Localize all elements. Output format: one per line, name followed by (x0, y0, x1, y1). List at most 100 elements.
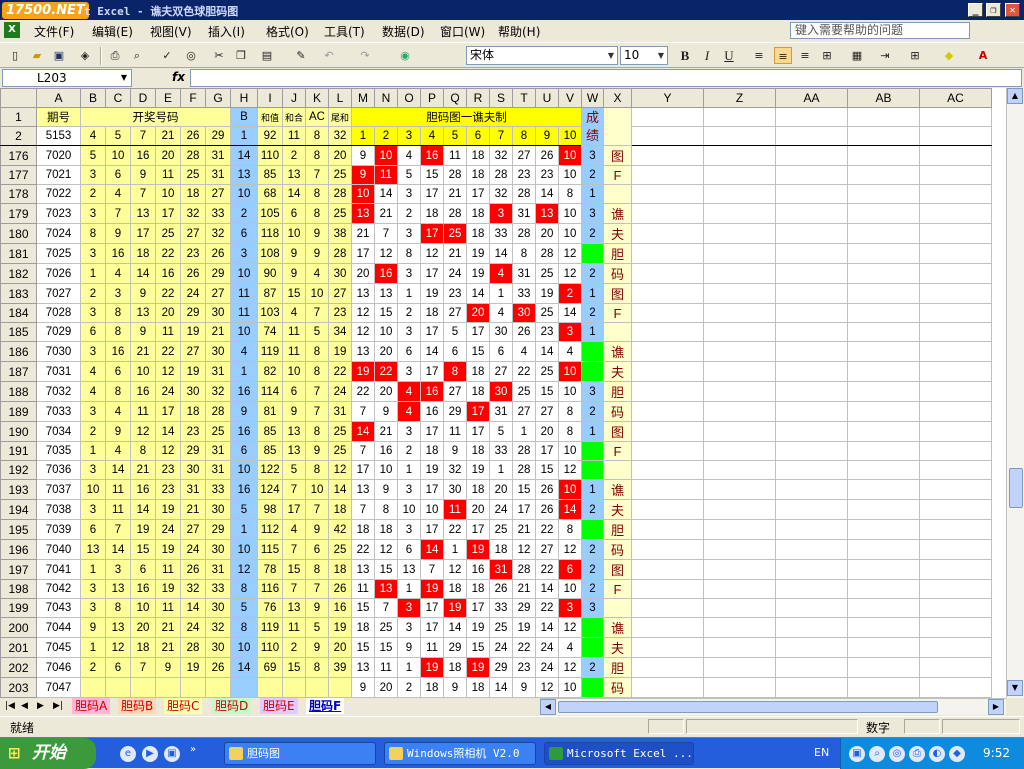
cell-hit[interactable]: 16 (420, 145, 444, 166)
row-header[interactable]: 185 (0, 322, 37, 342)
cell[interactable]: 8 (512, 126, 536, 146)
cell-number[interactable]: 16 (105, 243, 131, 264)
cell-hit[interactable]: 19 (466, 657, 490, 678)
column-header[interactable]: C (105, 88, 131, 108)
cell[interactable] (775, 499, 848, 520)
cell-number[interactable]: 6 (105, 361, 131, 382)
menu-tools[interactable]: 工具(T) (324, 23, 365, 40)
cell[interactable] (703, 617, 776, 638)
cell-blue[interactable]: 11 (230, 283, 258, 304)
cell-danma[interactable]: 18 (351, 519, 375, 540)
select-all-corner[interactable] (0, 88, 37, 108)
cell-sum[interactable]: 118 (257, 223, 283, 244)
cell-danma[interactable]: 7 (351, 499, 375, 520)
cell-sum[interactable]: 112 (257, 519, 283, 540)
cell-ac[interactable]: 8 (305, 421, 329, 442)
cell[interactable] (919, 559, 992, 580)
cell-hit[interactable]: 14 (558, 499, 582, 520)
cell-hit[interactable]: 3 (558, 598, 582, 618)
column-header[interactable]: AB (847, 88, 920, 108)
cell-number[interactable]: 16 (105, 341, 131, 362)
cell-score[interactable]: 2 (581, 539, 604, 560)
cell-danma[interactable]: 3 (397, 263, 421, 284)
cell[interactable] (631, 637, 704, 658)
cell-weihe[interactable]: 19 (328, 341, 352, 362)
cell[interactable] (919, 322, 992, 342)
cell-danma[interactable]: 10 (558, 223, 582, 244)
cell-number[interactable]: 26 (205, 657, 231, 678)
cell-weihe[interactable]: 42 (328, 519, 352, 540)
header-sum[interactable]: 和值 (257, 107, 283, 127)
cell-danma[interactable]: 17 (420, 598, 444, 618)
task-camera[interactable]: Windows照相机 V2.0 (384, 742, 536, 765)
cell[interactable] (631, 126, 704, 146)
cell-danma[interactable]: 1 (397, 283, 421, 304)
cell-period[interactable]: 7030 (36, 341, 81, 362)
cell-sum[interactable]: 68 (257, 184, 283, 204)
cell-number[interactable]: 14 (155, 421, 181, 442)
cell-number[interactable]: 19 (180, 657, 206, 678)
cell-period[interactable]: 7034 (36, 421, 81, 442)
cell-danma[interactable]: 32 (489, 145, 513, 166)
task-folder[interactable]: 胆码图 (224, 742, 376, 765)
cell[interactable]: 1 (351, 126, 375, 146)
cell-hit[interactable]: 19 (466, 539, 490, 560)
cell-blue[interactable]: 11 (230, 303, 258, 323)
cell-blue[interactable]: 10 (230, 322, 258, 342)
cell-period[interactable]: 7046 (36, 657, 81, 678)
cell-hit[interactable]: 11 (443, 499, 467, 520)
cell[interactable] (775, 519, 848, 540)
cell[interactable] (847, 479, 920, 500)
cell-ac[interactable] (305, 677, 329, 698)
cell[interactable] (631, 479, 704, 500)
cell-hit[interactable]: 10 (558, 361, 582, 382)
cell[interactable] (631, 303, 704, 323)
cell-danma[interactable]: 18 (466, 145, 490, 166)
scroll-right-icon[interactable]: ▶ (988, 699, 1004, 715)
cell-hit[interactable]: 10 (351, 184, 375, 204)
cell-number[interactable]: 29 (180, 441, 206, 461)
cell-number[interactable] (80, 677, 106, 698)
cell-number[interactable]: 31 (205, 460, 231, 480)
cell-danma[interactable]: 4 (397, 145, 421, 166)
column-header[interactable]: E (155, 88, 181, 108)
column-header[interactable]: O (397, 88, 421, 108)
cell-danma[interactable]: 17 (512, 499, 536, 520)
cell-number[interactable]: 18 (130, 637, 156, 658)
cell-score[interactable]: 2 (581, 263, 604, 284)
cell[interactable] (775, 107, 848, 127)
cell-score[interactable] (581, 617, 604, 638)
cell-danma[interactable]: 15 (420, 165, 444, 185)
cell-number[interactable]: 25 (155, 223, 181, 244)
cell-number[interactable]: 27 (180, 223, 206, 244)
cell-danma[interactable]: 27 (512, 401, 536, 422)
cell-score[interactable]: 2 (581, 303, 604, 323)
cell-danma[interactable]: 31 (512, 203, 536, 224)
cell-number[interactable]: 17 (130, 223, 156, 244)
cell[interactable] (847, 441, 920, 461)
cell-ac[interactable]: 8 (305, 559, 329, 580)
row-header[interactable]: 181 (0, 243, 37, 264)
cell-danma[interactable]: 17 (420, 263, 444, 284)
hyperlink-icon[interactable]: ◉ (396, 47, 414, 64)
cell-sum[interactable]: 116 (257, 579, 283, 599)
cell-ac[interactable]: 9 (305, 519, 329, 540)
cell-period[interactable]: 7037 (36, 479, 81, 500)
cell-number[interactable]: 28 (205, 401, 231, 422)
cell[interactable] (775, 165, 848, 185)
cell-number[interactable]: 31 (205, 559, 231, 580)
cell-hehe[interactable]: 6 (282, 381, 306, 402)
cell-danma[interactable]: 27 (535, 401, 559, 422)
cell-danma[interactable]: 9 (374, 479, 398, 500)
cell[interactable] (631, 401, 704, 422)
cell[interactable] (631, 617, 704, 638)
cell-sum[interactable]: 98 (257, 499, 283, 520)
cell-danma[interactable]: 22 (535, 519, 559, 540)
cell-danma[interactable]: 29 (443, 401, 467, 422)
cell-danma[interactable]: 15 (374, 559, 398, 580)
cell-note[interactable]: 谯 (603, 479, 632, 500)
cell[interactable] (775, 677, 848, 698)
cell[interactable] (703, 322, 776, 342)
cell-ac[interactable]: 8 (305, 657, 329, 678)
cell-hit[interactable]: 3 (558, 322, 582, 342)
